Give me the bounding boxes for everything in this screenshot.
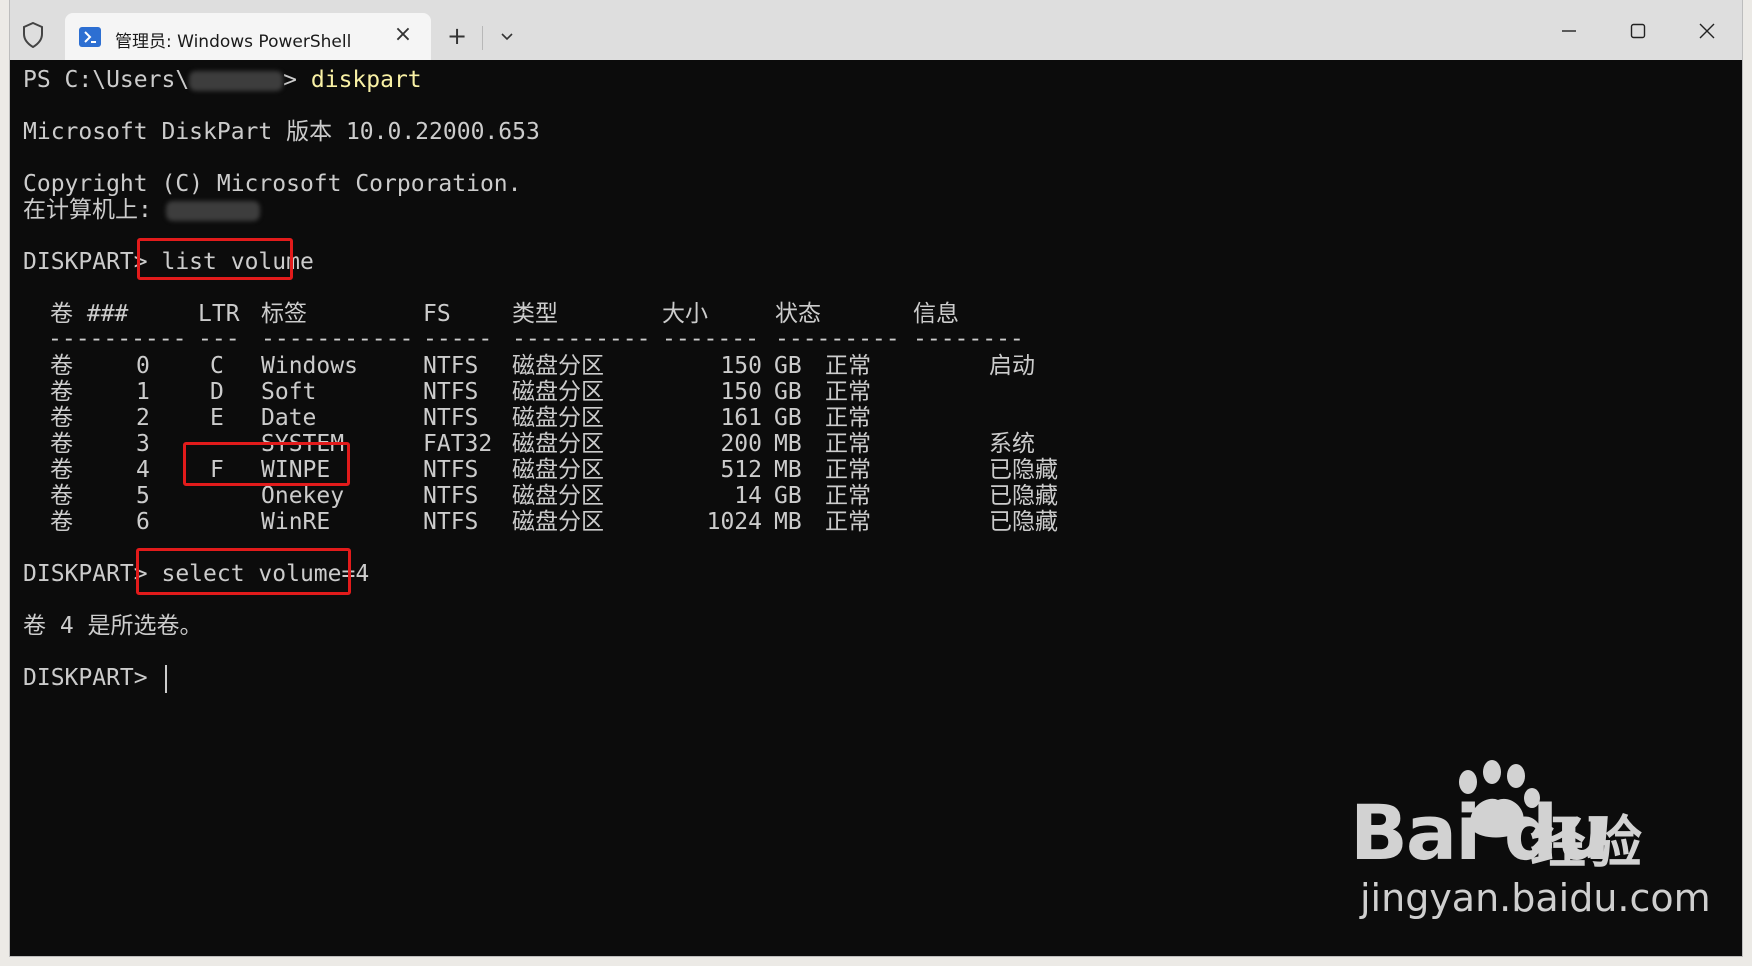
ps-prompt-line: PS C:\Users\ > diskpart [23, 65, 422, 95]
text-cursor [165, 664, 168, 693]
tab-close-icon[interactable]: × [389, 21, 417, 49]
vol-info: 已隐藏 [989, 509, 1058, 535]
command-diskpart: diskpart [310, 67, 422, 93]
maximize-button[interactable] [1615, 14, 1661, 48]
tab-separator [482, 26, 483, 50]
dash-fs: ----- [423, 326, 493, 352]
ps-prompt: PS C:\Users\ [23, 67, 190, 93]
close-icon [1699, 23, 1715, 39]
dash-size: ------- [662, 326, 759, 352]
highlight-volume-4 [183, 442, 350, 486]
vol-num: 6 [136, 509, 150, 535]
watermark-url: jingyan.baidu.com [1360, 876, 1711, 920]
redacted-username [189, 70, 284, 91]
dash-status: --------- [775, 326, 900, 352]
admin-shield-icon [23, 22, 43, 48]
dash-label: ----------- [261, 326, 414, 352]
vol-fs: NTFS [423, 509, 479, 535]
dash-vol: ---------- [48, 326, 187, 352]
title-bar: 管理员: Windows PowerShell × + [10, 0, 1742, 60]
new-tab-button[interactable]: + [440, 20, 474, 54]
maximize-icon [1630, 23, 1646, 39]
vol-size: 1024 [706, 509, 762, 535]
baidu-jingyan-watermark: Bai du 经验 jingyan.baidu.com [1330, 760, 1742, 930]
chevron-down-icon[interactable] [490, 20, 524, 54]
tab-powershell[interactable]: 管理员: Windows PowerShell × [65, 13, 431, 60]
vol-status: 正常 [825, 509, 871, 535]
computer-line: 在计算机上: [23, 195, 260, 225]
computer-label: 在计算机上: [23, 197, 166, 223]
close-button[interactable] [1684, 14, 1730, 48]
current-prompt-line[interactable]: DISKPART> [23, 663, 168, 693]
ps-prompt-tail: > [283, 67, 311, 93]
vol-type: 磁盘分区 [512, 509, 604, 535]
terminal-window: 管理员: Windows PowerShell × + PS C:\Users\… [10, 0, 1742, 956]
minimize-button[interactable] [1546, 14, 1592, 48]
vol-unit: MB [774, 509, 802, 535]
redacted-computer-name [165, 200, 260, 221]
selected-message: 卷 4 是所选卷。 [23, 613, 203, 639]
diskpart-prompt: DISKPART> [23, 665, 162, 691]
vol-ltr: E [210, 405, 224, 431]
powershell-icon [79, 27, 101, 47]
minimize-icon [1562, 30, 1576, 32]
highlight-select-volume [136, 548, 351, 595]
vol-cell: 卷 [50, 509, 73, 535]
dash-ltr: --- [198, 326, 240, 352]
tab-title: 管理员: Windows PowerShell [115, 32, 352, 52]
dash-info: -------- [913, 326, 1024, 352]
vol-label: WinRE [261, 509, 331, 535]
highlight-list-volume [137, 238, 293, 280]
vol-info: 启动 [989, 353, 1035, 379]
version-line: Microsoft DiskPart 版本 10.0.22000.653 [23, 119, 540, 145]
watermark-jingyan-text: 经验 [1530, 811, 1642, 876]
dash-type: ---------- [512, 326, 651, 352]
